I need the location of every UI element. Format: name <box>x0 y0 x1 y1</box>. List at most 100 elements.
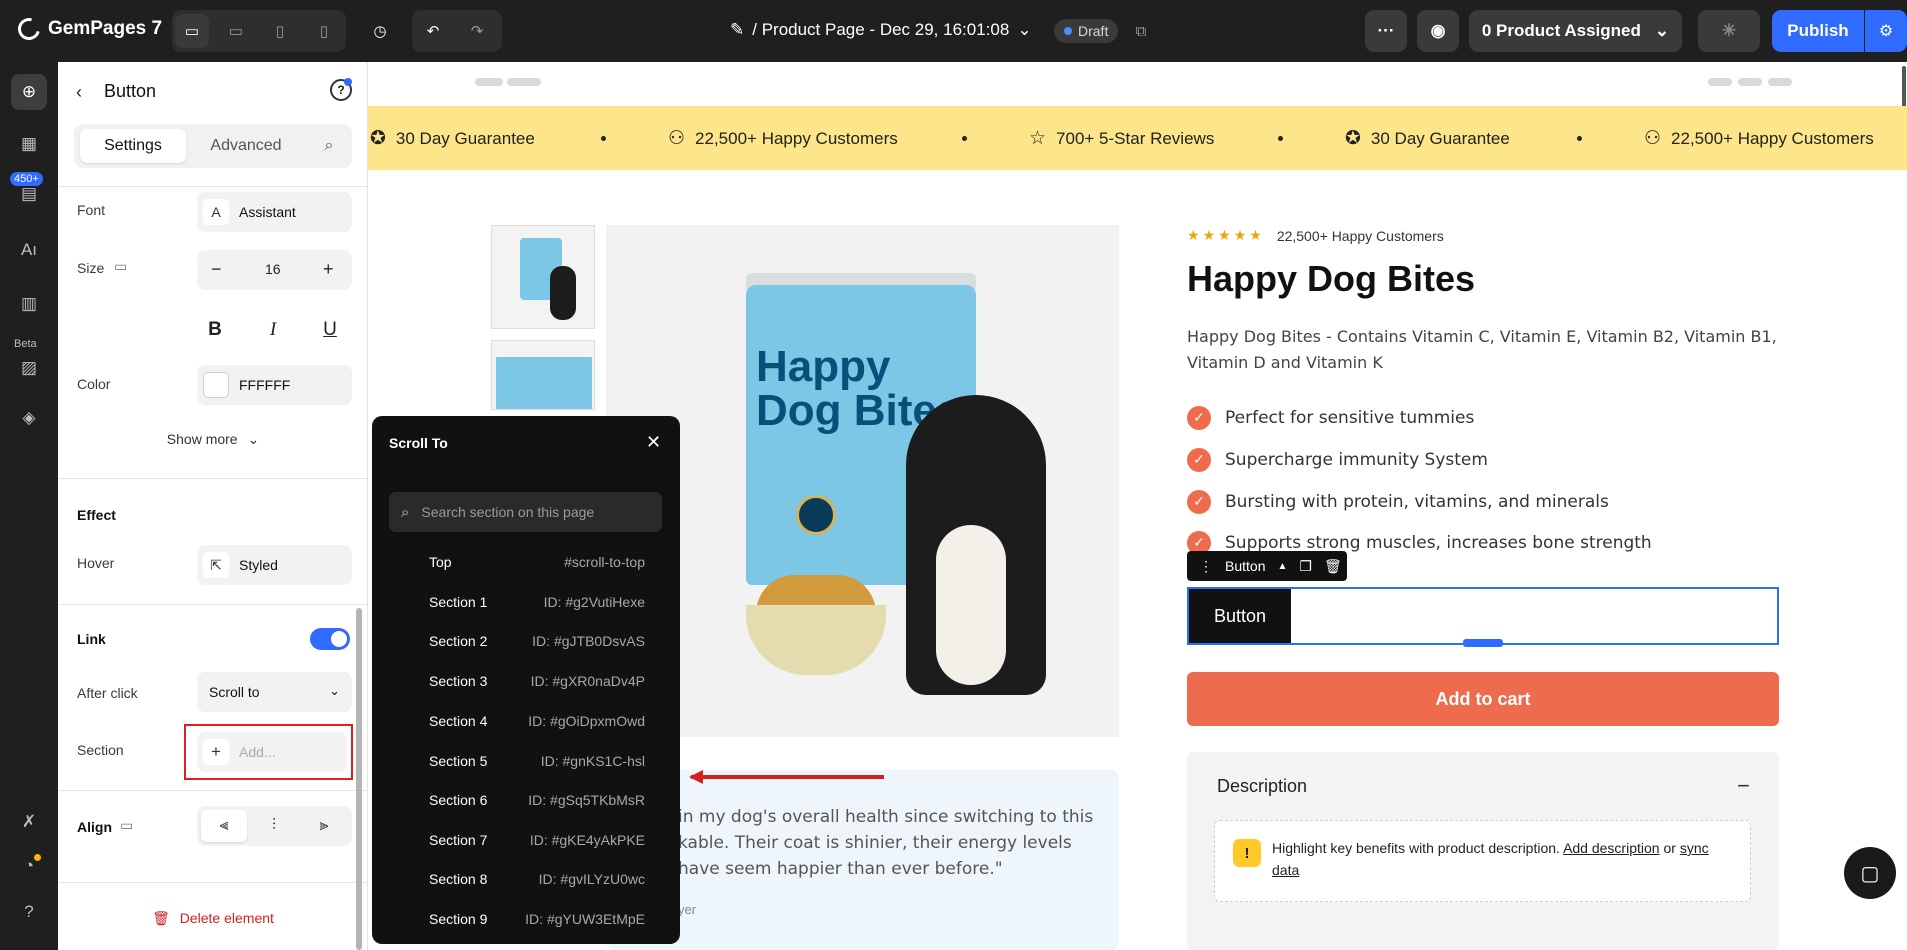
sections-icon[interactable]: ▦ <box>11 126 47 162</box>
add-to-cart-button[interactable]: Add to cart <box>1187 672 1779 726</box>
section-search-input[interactable]: ⌕ Search section on this page <box>389 492 662 532</box>
size-value[interactable]: 16 <box>265 261 281 277</box>
search-icon[interactable]: ⌕ <box>312 129 346 163</box>
ai-icon[interactable]: Aı <box>11 232 47 268</box>
italic-button[interactable]: I <box>251 310 295 350</box>
section-option[interactable]: Section 4 ID: #gOiDpxmOwd <box>372 705 680 739</box>
collapse-icon[interactable]: − <box>1737 773 1750 799</box>
sitemap-icon[interactable]: ⧉ <box>1124 14 1158 48</box>
star-icon: ★ <box>1202 227 1216 243</box>
section-option[interactable]: Section 7 ID: #gKE4yAkPKE <box>372 824 680 858</box>
align-left-button[interactable]: ⫷ <box>201 810 247 842</box>
publish-settings-icon[interactable]: ⚙ <box>1865 10 1907 52</box>
redo-button[interactable]: ↷ <box>460 14 494 48</box>
section-option[interactable]: Section 8 ID: #gvILYzU0wc <box>372 863 680 897</box>
bags-thumbnail-shape <box>496 357 592 409</box>
speed-icon[interactable]: ◔ <box>11 848 47 884</box>
review-author: yer <box>678 902 697 917</box>
tablet-view-button[interactable]: ▯ <box>263 14 297 48</box>
note-text: Highlight key benefits with product desc… <box>1272 837 1732 881</box>
tab-advanced[interactable]: Advanced <box>196 129 296 163</box>
chat-icon[interactable]: ▢ <box>1844 847 1896 899</box>
library-icon[interactable]: ▨ <box>11 350 47 386</box>
section-option[interactable]: Section 6 ID: #gSq5TKbMsR <box>372 784 680 818</box>
page-title-dropdown[interactable]: ✎ / Product Page - Dec 29, 16:01:08 ⌄ <box>730 20 1032 40</box>
draft-label: Draft <box>1078 23 1109 39</box>
color-picker[interactable]: FFFFFF <box>197 365 352 405</box>
description-accordion[interactable]: Description − ! Highlight key benefits w… <box>1187 752 1779 950</box>
responsive-icon[interactable]: ▭ <box>114 258 127 275</box>
laptop-view-button[interactable]: ▭ <box>219 14 253 48</box>
layers-icon[interactable]: ◈ <box>11 400 47 436</box>
link-toggle[interactable] <box>310 628 350 650</box>
bold-button[interactable]: B <box>193 310 237 350</box>
users-icon: ⚇ <box>668 128 686 149</box>
product-main-image[interactable]: Happy Dog Bites <box>606 225 1119 737</box>
section-picker[interactable]: + Add... <box>197 732 347 772</box>
toolbar-label[interactable]: Button <box>1225 558 1265 574</box>
font-select[interactable]: A Assistant <box>197 192 352 232</box>
section-option[interactable]: Section 3 ID: #gXR0naDv4P <box>372 665 680 699</box>
undo-button[interactable]: ↶ <box>416 14 450 48</box>
underline-button[interactable]: U <box>308 310 352 350</box>
responsive-icon[interactable]: ▭ <box>120 817 133 834</box>
resize-handle[interactable] <box>1463 639 1503 647</box>
section-option[interactable]: Top #scroll-to-top <box>372 546 680 580</box>
preview-button[interactable]: ◉ <box>1417 10 1459 52</box>
product-thumbnail[interactable] <box>491 340 595 410</box>
caret-up-icon[interactable]: ▲ <box>1277 561 1287 572</box>
benefit-item: ✓ Bursting with protein, vitamins, and m… <box>1187 490 1609 514</box>
close-icon[interactable]: ✕ <box>646 432 661 453</box>
show-more-button[interactable]: Show more ⌄ <box>58 431 367 448</box>
more-options-button[interactable]: ··· <box>1365 10 1407 52</box>
pages-icon[interactable]: ▥ <box>11 286 47 322</box>
button-element[interactable]: Button <box>1189 589 1291 643</box>
section-option[interactable]: Section 1 ID: #g2VutiHexe <box>372 586 680 620</box>
selected-button-block[interactable]: Button <box>1187 587 1779 647</box>
search-placeholder: Search section on this page <box>421 504 595 520</box>
description-placeholder: ! Highlight key benefits with product de… <box>1214 820 1751 902</box>
integrations-icon[interactable]: ✗ <box>11 804 47 840</box>
add-element-icon[interactable]: ⊕ <box>11 74 47 110</box>
chevron-down-icon: ⌄ <box>247 431 260 447</box>
desktop-view-button[interactable]: ▭ <box>175 14 209 48</box>
add-description-link[interactable]: Add description <box>1563 840 1660 856</box>
mobile-view-button[interactable]: ▯ <box>307 14 341 48</box>
delete-element-button[interactable]: 🗑 Delete element <box>58 910 367 927</box>
trash-icon[interactable]: 🗑 <box>1324 558 1342 575</box>
section-option[interactable]: Section 5 ID: #gnKS1C-hsl <box>372 745 680 779</box>
product-thumbnail[interactable] <box>491 225 595 329</box>
help-icon[interactable]: ? <box>11 894 47 930</box>
publish-button[interactable]: Publish <box>1772 10 1864 52</box>
announcement-marquee[interactable]: ✪ 30 Day Guarantee ⚇ 22,500+ Happy Custo… <box>368 106 1907 170</box>
section-option-id: ID: #gKE4yAkPKE <box>529 832 645 848</box>
after-click-select[interactable]: Scroll to ⌄ <box>197 672 352 712</box>
product-title[interactable]: Happy Dog Bites <box>1187 258 1475 300</box>
align-right-button[interactable]: ⫸ <box>301 810 347 842</box>
app-logo[interactable]: GemPages 7 <box>13 13 162 45</box>
hover-value: Styled <box>239 557 278 573</box>
templates-icon[interactable]: ▤ <box>11 176 47 212</box>
arrow-head-icon <box>689 770 703 784</box>
increase-button[interactable]: + <box>323 259 334 280</box>
marquee-text: 22,500+ Happy Customers <box>695 128 898 148</box>
back-chevron-icon[interactable]: ‹ <box>76 82 82 103</box>
duplicate-icon[interactable]: ❐ <box>1299 558 1312 575</box>
product-description[interactable]: Happy Dog Bites - Contains Vitamin C, Vi… <box>1187 324 1777 376</box>
section-option-id: ID: #gXR0naDv4P <box>530 673 645 689</box>
section-option-name: Section 6 <box>429 792 488 808</box>
after-click-value: Scroll to <box>209 684 260 700</box>
hover-select[interactable]: ⇱ Styled <box>197 545 352 585</box>
panel-scrollbar[interactable] <box>356 608 362 950</box>
section-option[interactable]: Section 9 ID: #gYUW3EtMpE <box>372 903 680 937</box>
tab-settings[interactable]: Settings <box>80 129 186 163</box>
decrease-button[interactable]: − <box>211 259 222 280</box>
marquee-text: 700+ 5-Star Reviews <box>1056 128 1215 148</box>
loading-spinner-icon: ✳ <box>1698 10 1760 52</box>
section-option[interactable]: Section 2 ID: #gJTB0DsvAS <box>372 625 680 659</box>
section-option-id: ID: #gJTB0DsvAS <box>532 633 645 649</box>
drag-handle-icon[interactable]: ⋮ <box>1199 558 1213 575</box>
align-center-button[interactable]: ⫶ <box>251 810 297 842</box>
product-assigned-dropdown[interactable]: 0 Product Assigned ⌄ <box>1469 10 1682 52</box>
history-icon[interactable]: ◷ <box>363 14 397 48</box>
